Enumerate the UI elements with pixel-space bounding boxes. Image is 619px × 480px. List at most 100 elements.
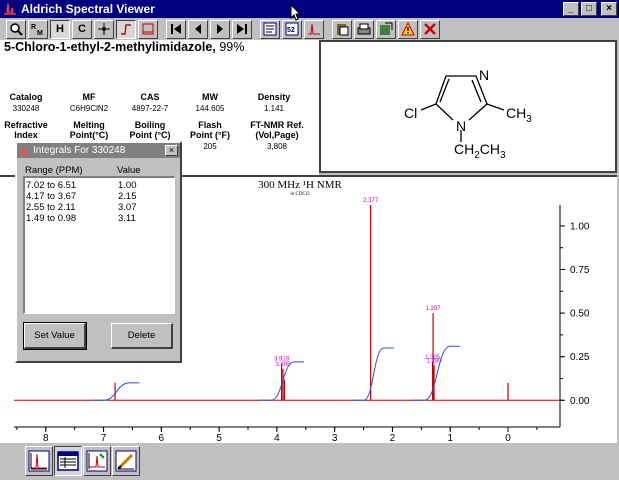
list-item[interactable]: 2.55 to 2.11 3.07 — [25, 202, 174, 213]
app-spectrum-icon — [3, 2, 17, 16]
export-icon[interactable] — [376, 19, 396, 39]
print-icon[interactable] — [354, 19, 374, 39]
mouse-cursor-icon — [290, 4, 302, 21]
flash-point-property: Flash Point (°F) 205 — [178, 120, 242, 152]
next-icon[interactable] — [210, 19, 230, 39]
prop-head: FT-NMR Ref. — [250, 120, 304, 130]
integrals-dialog[interactable]: Integrals For 330248 × Range (PPM) Value… — [15, 141, 182, 363]
integrals-title: Integrals For 330248 — [33, 145, 126, 156]
set-value-button[interactable]: Set Value — [23, 322, 87, 350]
c-nmr-label: C — [78, 23, 86, 35]
prop-head: Index — [14, 130, 38, 140]
baseline-icon[interactable] — [138, 19, 158, 39]
prop-head: Point(°C) — [69, 130, 109, 140]
boiling-point-property: Boiling Point (°C) — [118, 120, 182, 140]
integrals-list[interactable]: 7.02 to 6.51 1.00 4.17 to 3.67 2.15 2.55 t… — [23, 176, 175, 314]
integrals-title-bar[interactable]: Integrals For 330248 × — [17, 143, 180, 158]
title-bar[interactable]: Aldrich Spectral Viewer _ □ × — [0, 0, 619, 18]
prop-value: 3,808 — [266, 142, 288, 151]
density-property: Density 1.141 — [242, 92, 306, 114]
h-nmr-button[interactable]: H — [50, 19, 70, 39]
atom-methyl: CH3 — [506, 105, 532, 125]
x-tick-label: 8 — [43, 433, 49, 443]
prop-value: 330248 — [12, 104, 40, 113]
range-cell: 4.17 to 3.67 — [26, 191, 77, 202]
minimize-button[interactable]: _ — [563, 2, 579, 16]
prop-head: Melting — [73, 120, 105, 130]
peak-label: 2.377 — [363, 198, 379, 204]
first-icon[interactable] — [166, 19, 186, 39]
compound-purity: 99% — [215, 40, 245, 54]
toolbar: RM H C 52 — [0, 18, 619, 40]
x-tick-label: 7 — [101, 433, 107, 443]
range-cell: 2.55 to 2.11 — [26, 202, 76, 213]
integral-icon[interactable] — [116, 19, 136, 39]
prop-head: (Vol,Page) — [255, 130, 299, 140]
peak-label: 1.280 — [427, 358, 443, 364]
value-cell: 2.15 — [118, 191, 137, 202]
integral-curve — [351, 347, 394, 401]
delete-icon[interactable] — [420, 19, 440, 39]
list-item[interactable]: 1.49 to 0.98 3.11 — [25, 213, 174, 224]
range-cell: 7.02 to 6.51 — [26, 180, 77, 191]
maximize-button[interactable]: □ — [581, 2, 597, 16]
chemical-structure: N N Cl CH3 CH2CH3 — [404, 67, 532, 161]
x-tick-label: 4 — [274, 433, 280, 443]
prop-value: 1.141 — [263, 104, 285, 113]
prop-value: 4897-22-7 — [131, 104, 169, 113]
spectrum-solvent: in CDCl3 — [290, 192, 310, 197]
bottom-view-bar — [0, 443, 619, 480]
delete-button[interactable]: Delete — [111, 323, 173, 349]
value-cell: 3.07 — [118, 202, 137, 213]
text-icon[interactable] — [260, 19, 280, 39]
spectrum-view-icon[interactable] — [25, 446, 53, 476]
range-column-header: Range (PPM) — [25, 165, 83, 176]
peak-icon[interactable] — [304, 19, 324, 39]
prop-value: 205 — [203, 142, 217, 151]
y-tick-label: 0.00 — [570, 396, 590, 407]
c-nmr-button[interactable]: C — [72, 19, 92, 39]
warning-icon[interactable] — [398, 19, 418, 39]
prop-head: Density — [257, 92, 291, 102]
integrals-close-button[interactable]: × — [165, 145, 178, 156]
prop-value: 144.605 — [195, 104, 225, 113]
prop-head: Point (°F) — [189, 130, 231, 140]
structure-tool-icon[interactable] — [112, 446, 140, 476]
peak-label: 3.895 — [275, 362, 291, 368]
peak-label: 1.297 — [426, 306, 442, 312]
close-button[interactable]: × — [601, 2, 617, 16]
prop-head: Point (°C) — [129, 130, 171, 140]
svg-text:M: M — [37, 30, 43, 36]
x-tick-label: 3 — [332, 433, 338, 443]
y-tick-label: 0.75 — [570, 265, 590, 276]
table-view-icon[interactable] — [54, 446, 82, 476]
last-icon[interactable] — [232, 19, 252, 39]
list-item[interactable]: 4.17 to 3.67 2.15 — [25, 191, 174, 202]
prop-head: MF — [82, 92, 96, 102]
rm-label-icon[interactable]: RM — [28, 19, 48, 39]
value-cell: 3.11 — [118, 213, 136, 224]
list-item[interactable]: 7.02 to 6.51 1.00 — [25, 180, 174, 191]
catalog-property: Catalog 330248 — [0, 92, 58, 114]
svg-text:R: R — [31, 24, 36, 31]
atom-n1: N — [456, 118, 466, 134]
y-tick-label: 0.25 — [570, 352, 590, 363]
value-column-header: Value — [117, 165, 141, 176]
prev-icon[interactable] — [188, 19, 208, 39]
compound-title: 5-Chloro-1-ethyl-2-methylimidazole, 99% — [4, 40, 244, 54]
range-cell: 1.49 to 0.98 — [26, 213, 77, 224]
zoom-icon[interactable] — [6, 19, 26, 39]
compound-name: 5-Chloro-1-ethyl-2-methylimidazole, — [4, 40, 216, 54]
x-tick-label: 1 — [447, 433, 453, 443]
value-cell: 1.00 — [118, 180, 137, 191]
dialog-app-icon — [19, 145, 30, 156]
atom-n3: N — [479, 67, 489, 83]
mf-property: MF C6H9ClN2 — [57, 92, 121, 114]
svg-text:52: 52 — [287, 27, 295, 34]
eval-icon[interactable]: 52 — [282, 19, 302, 39]
crosshair-icon[interactable] — [94, 19, 114, 39]
spectrum-title: 300 MHz ¹H NMR — [258, 179, 342, 191]
peak-pick-view-icon[interactable] — [83, 446, 111, 476]
prop-head: Refractive — [4, 120, 48, 130]
paste-icon[interactable] — [332, 19, 352, 39]
